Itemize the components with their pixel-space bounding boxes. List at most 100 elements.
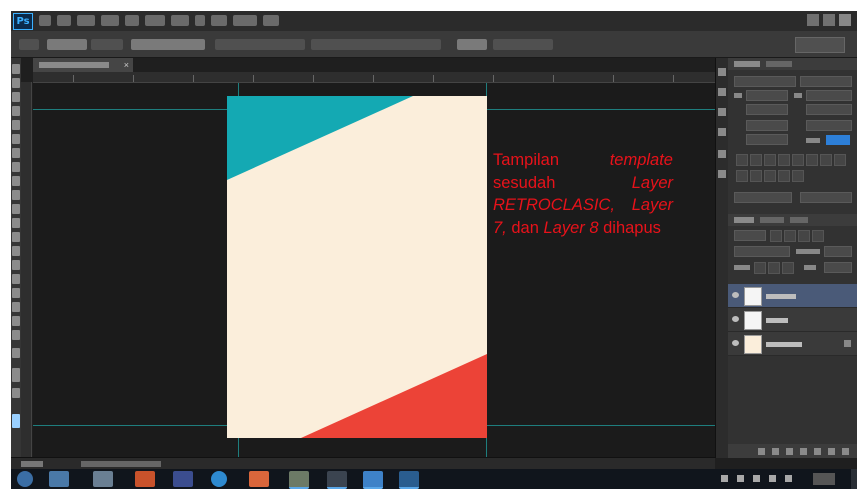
- zoom-tool-icon[interactable]: [12, 330, 20, 340]
- adjustment-layer-icon[interactable]: [800, 448, 807, 455]
- all-caps-button[interactable]: [764, 154, 776, 166]
- chrome-icon[interactable]: [211, 471, 227, 487]
- screen-mode-icon[interactable]: [12, 414, 20, 428]
- vertical-scale-field[interactable]: [746, 120, 788, 131]
- dodge-tool-icon[interactable]: [12, 246, 20, 256]
- faux-italic-button[interactable]: [750, 154, 762, 166]
- menu-filter[interactable]: [171, 15, 189, 26]
- layer-dropdown[interactable]: [91, 39, 123, 50]
- windows-icon[interactable]: [363, 471, 383, 489]
- titling-button[interactable]: [778, 170, 790, 182]
- tab-channels[interactable]: [760, 217, 784, 223]
- tracking-field[interactable]: [806, 104, 852, 115]
- menu-window[interactable]: [233, 15, 257, 26]
- eye-icon[interactable]: [732, 292, 739, 298]
- show-transform-controls[interactable]: [131, 39, 205, 50]
- explorer-icon[interactable]: [49, 471, 69, 487]
- history-icon[interactable]: [718, 68, 726, 76]
- underline-button[interactable]: [820, 154, 832, 166]
- layer-row[interactable]: [728, 284, 857, 308]
- pen-tool-icon[interactable]: [12, 260, 20, 270]
- 3d-mode-buttons[interactable]: [493, 39, 553, 50]
- opacity-field[interactable]: [824, 246, 852, 257]
- tab-paragraph[interactable]: [766, 61, 792, 67]
- new-layer-icon[interactable]: [828, 448, 835, 455]
- baseline-shift-field[interactable]: [746, 134, 788, 145]
- firefox-icon[interactable]: [135, 471, 155, 487]
- minimize-button[interactable]: [807, 14, 819, 26]
- filter-type-icon[interactable]: [798, 230, 810, 242]
- language-dropdown[interactable]: [734, 192, 792, 203]
- maximize-button[interactable]: [823, 14, 835, 26]
- zoom-level[interactable]: [21, 461, 43, 467]
- lock-all-icon[interactable]: [782, 262, 794, 274]
- tray-up-icon[interactable]: [721, 475, 728, 482]
- auto-select-checkbox[interactable]: [47, 39, 87, 50]
- filter-adjust-icon[interactable]: [784, 230, 796, 242]
- foreground-background-icon[interactable]: [12, 368, 20, 382]
- mail-icon[interactable]: [173, 471, 193, 487]
- delete-layer-icon[interactable]: [842, 448, 849, 455]
- swatches-icon[interactable]: [718, 150, 726, 158]
- folder-icon[interactable]: [93, 471, 113, 487]
- faux-bold-button[interactable]: [736, 154, 748, 166]
- app-icon[interactable]: [249, 471, 269, 487]
- more-tools-icon[interactable]: [12, 348, 20, 358]
- text-color-swatch[interactable]: [826, 135, 850, 145]
- volume-icon[interactable]: [753, 475, 760, 482]
- quick-select-tool-icon[interactable]: [12, 106, 20, 116]
- tab-paths[interactable]: [790, 217, 808, 223]
- menu-file[interactable]: [39, 15, 51, 26]
- layer-row[interactable]: [728, 332, 857, 356]
- strikethrough-button[interactable]: [834, 154, 846, 166]
- tab-layers[interactable]: [734, 217, 754, 223]
- eye-icon[interactable]: [732, 316, 739, 322]
- eye-icon[interactable]: [732, 340, 739, 346]
- blend-mode-dropdown[interactable]: [734, 246, 790, 257]
- menu-help[interactable]: [263, 15, 279, 26]
- filter-shape-icon[interactable]: [812, 230, 824, 242]
- menu-3d[interactable]: [195, 15, 205, 26]
- path-select-tool-icon[interactable]: [12, 288, 20, 298]
- workspace-dropdown[interactable]: [795, 37, 845, 53]
- hand-tool-icon[interactable]: [12, 316, 20, 326]
- kerning-field[interactable]: [746, 104, 788, 115]
- shape-tool-icon[interactable]: [12, 302, 20, 312]
- crop-tool-icon[interactable]: [12, 120, 20, 130]
- filter-pixel-icon[interactable]: [770, 230, 782, 242]
- lock-pixels-icon[interactable]: [754, 262, 766, 274]
- document-canvas[interactable]: [227, 96, 487, 438]
- brush-presets-icon[interactable]: [718, 170, 726, 178]
- lasso-tool-icon[interactable]: [12, 92, 20, 102]
- anti-alias-dropdown[interactable]: [800, 192, 852, 203]
- character-icon[interactable]: [718, 108, 726, 116]
- leading-field[interactable]: [806, 90, 852, 101]
- swash-button[interactable]: [764, 170, 776, 182]
- menu-select[interactable]: [145, 15, 165, 26]
- document-icon[interactable]: [327, 471, 347, 489]
- close-icon[interactable]: ×: [124, 60, 129, 70]
- quick-mask-icon[interactable]: [12, 388, 20, 398]
- menu-edit[interactable]: [57, 15, 71, 26]
- marquee-tool-icon[interactable]: [12, 78, 20, 88]
- layer-filter-kind[interactable]: [734, 230, 766, 241]
- type-tool-icon[interactable]: [12, 274, 20, 284]
- gradient-tool-icon[interactable]: [12, 218, 20, 228]
- tool-preset-picker[interactable]: [19, 39, 39, 50]
- network-icon[interactable]: [737, 475, 744, 482]
- menu-image[interactable]: [77, 15, 95, 26]
- history-brush-tool-icon[interactable]: [12, 190, 20, 200]
- ligature-button[interactable]: [736, 170, 748, 182]
- ordinals-button[interactable]: [750, 170, 762, 182]
- blur-tool-icon[interactable]: [12, 232, 20, 242]
- healing-tool-icon[interactable]: [12, 148, 20, 158]
- new-group-icon[interactable]: [814, 448, 821, 455]
- fx-icon[interactable]: [772, 448, 779, 455]
- paragraph-icon[interactable]: [718, 128, 726, 136]
- photoshop-taskbar-icon[interactable]: [399, 471, 419, 489]
- document-tab[interactable]: ×: [33, 58, 133, 72]
- start-button[interactable]: [17, 471, 33, 487]
- clone-stamp-tool-icon[interactable]: [12, 176, 20, 186]
- fill-field[interactable]: [824, 262, 852, 273]
- subscript-button[interactable]: [806, 154, 818, 166]
